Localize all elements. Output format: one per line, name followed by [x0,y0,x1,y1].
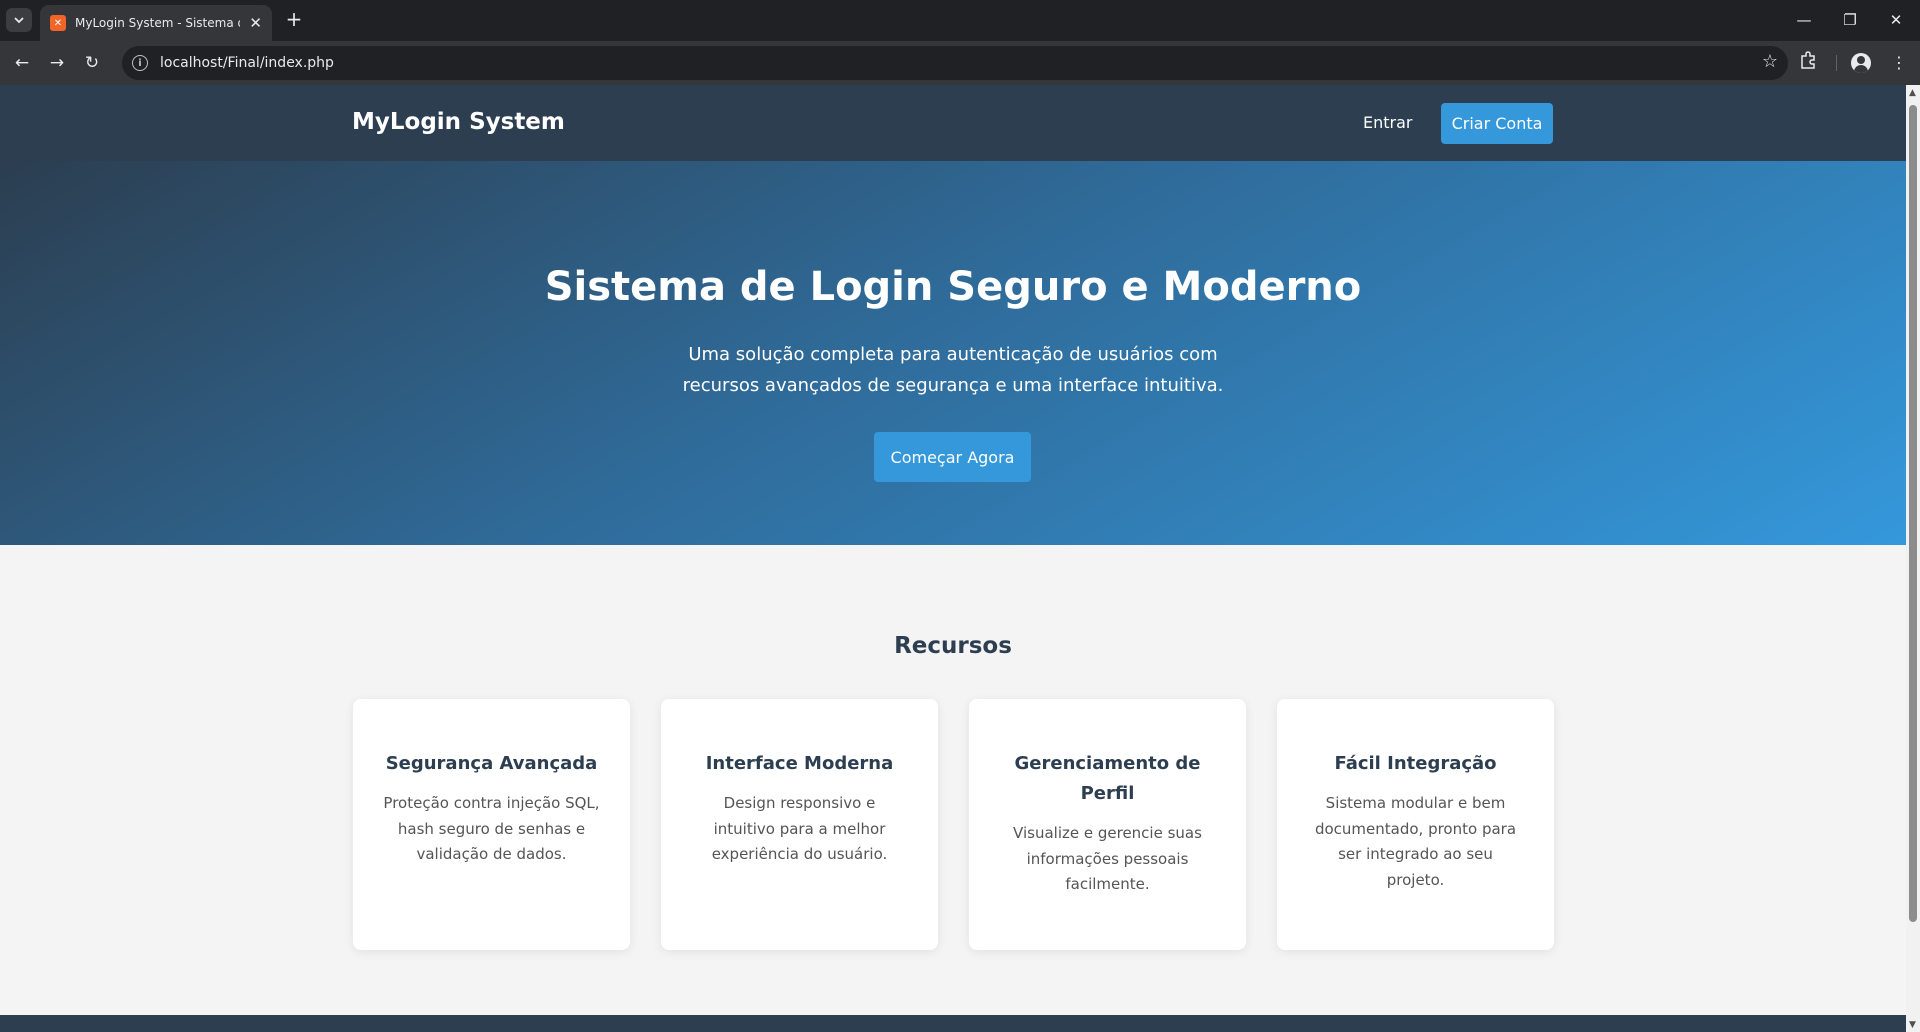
close-window-icon[interactable]: ✕ [1876,8,1916,32]
url-text[interactable]: localhost/Final/index.php [160,55,334,71]
page-viewport: MyLogin System Entrar Criar Conta Sistem… [0,85,1906,1032]
new-tab-icon[interactable]: + [283,9,305,31]
minimize-icon[interactable]: — [1784,8,1824,32]
feature-card-title: Gerenciamento de Perfil [1014,753,1201,804]
feature-card-text: Design responsivo e intuitivo para a mel… [711,794,888,863]
tab-search-button[interactable] [6,8,32,32]
restore-icon[interactable]: ❐ [1830,8,1870,32]
create-account-button[interactable]: Criar Conta [1441,103,1553,144]
tab-title: MyLogin System - Sistema de Login [75,16,240,30]
hero-section: Sistema de Login Seguro e Moderno Uma so… [0,161,1906,545]
scrollbar-thumb[interactable] [1909,105,1917,922]
puzzle-icon [1801,51,1815,69]
scroll-up-icon[interactable]: ▲ [1909,88,1916,98]
feature-card-text: Proteção contra injeção SQL, hash seguro… [383,794,600,863]
chevron-down-icon [14,17,24,24]
site-info-icon[interactable]: i [132,55,148,71]
bookmark-star-icon[interactable]: ☆ [1762,52,1778,72]
features-title: Recursos [894,633,1012,659]
forward-icon[interactable]: → [45,51,69,75]
feature-card-integration: Fácil Integração Sistema modular e bem d… [1277,699,1554,950]
feature-card-interface: Interface Moderna Design responsivo e in… [661,699,938,950]
feature-card-text: Sistema modular e bem documentado, pront… [1314,794,1517,889]
login-link[interactable]: Entrar [1363,113,1412,132]
hero-title: Sistema de Login Seguro e Moderno [544,264,1362,310]
feature-card-text: Visualize e gerencie suas informações pe… [1013,824,1202,893]
feature-card-title: Interface Moderna [705,753,894,774]
browser-tab-strip: ✕ MyLogin System - Sistema de Login ✕ + … [0,0,1920,41]
scroll-down-icon[interactable]: ▼ [1909,1020,1916,1030]
site-header: MyLogin System Entrar Criar Conta [0,85,1906,161]
back-icon[interactable]: ← [10,51,34,75]
extensions-icon[interactable] [1796,51,1820,75]
browser-tab[interactable]: ✕ MyLogin System - Sistema de Login ✕ [40,5,272,41]
site-footer [0,1015,1906,1032]
browser-toolbar: ← → ↻ i localhost/Final/index.php ☆ ⋮ [0,41,1920,85]
feature-card-profile: Gerenciamento de Perfil Visualize e gere… [969,699,1246,950]
close-tab-icon[interactable]: ✕ [249,14,262,32]
profile-avatar-icon[interactable] [1851,53,1871,73]
reload-icon[interactable]: ↻ [80,51,104,75]
feature-card-title: Fácil Integração [1334,753,1497,774]
feature-card-title: Segurança Avançada [385,753,598,774]
feature-card-security: Segurança Avançada Proteção contra injeç… [353,699,630,950]
hero-subtitle: Uma solução completa para autenticação d… [682,344,1224,396]
xampp-favicon-icon: ✕ [50,15,66,31]
toolbar-separator [1836,55,1837,71]
browser-menu-icon[interactable]: ⋮ [1887,51,1911,75]
brand-logo[interactable]: MyLogin System [352,109,565,135]
page-scrollbar[interactable]: ▲ ▼ [1906,85,1920,1032]
get-started-button[interactable]: Começar Agora [874,432,1031,482]
address-bar[interactable]: i localhost/Final/index.php ☆ [122,46,1788,80]
